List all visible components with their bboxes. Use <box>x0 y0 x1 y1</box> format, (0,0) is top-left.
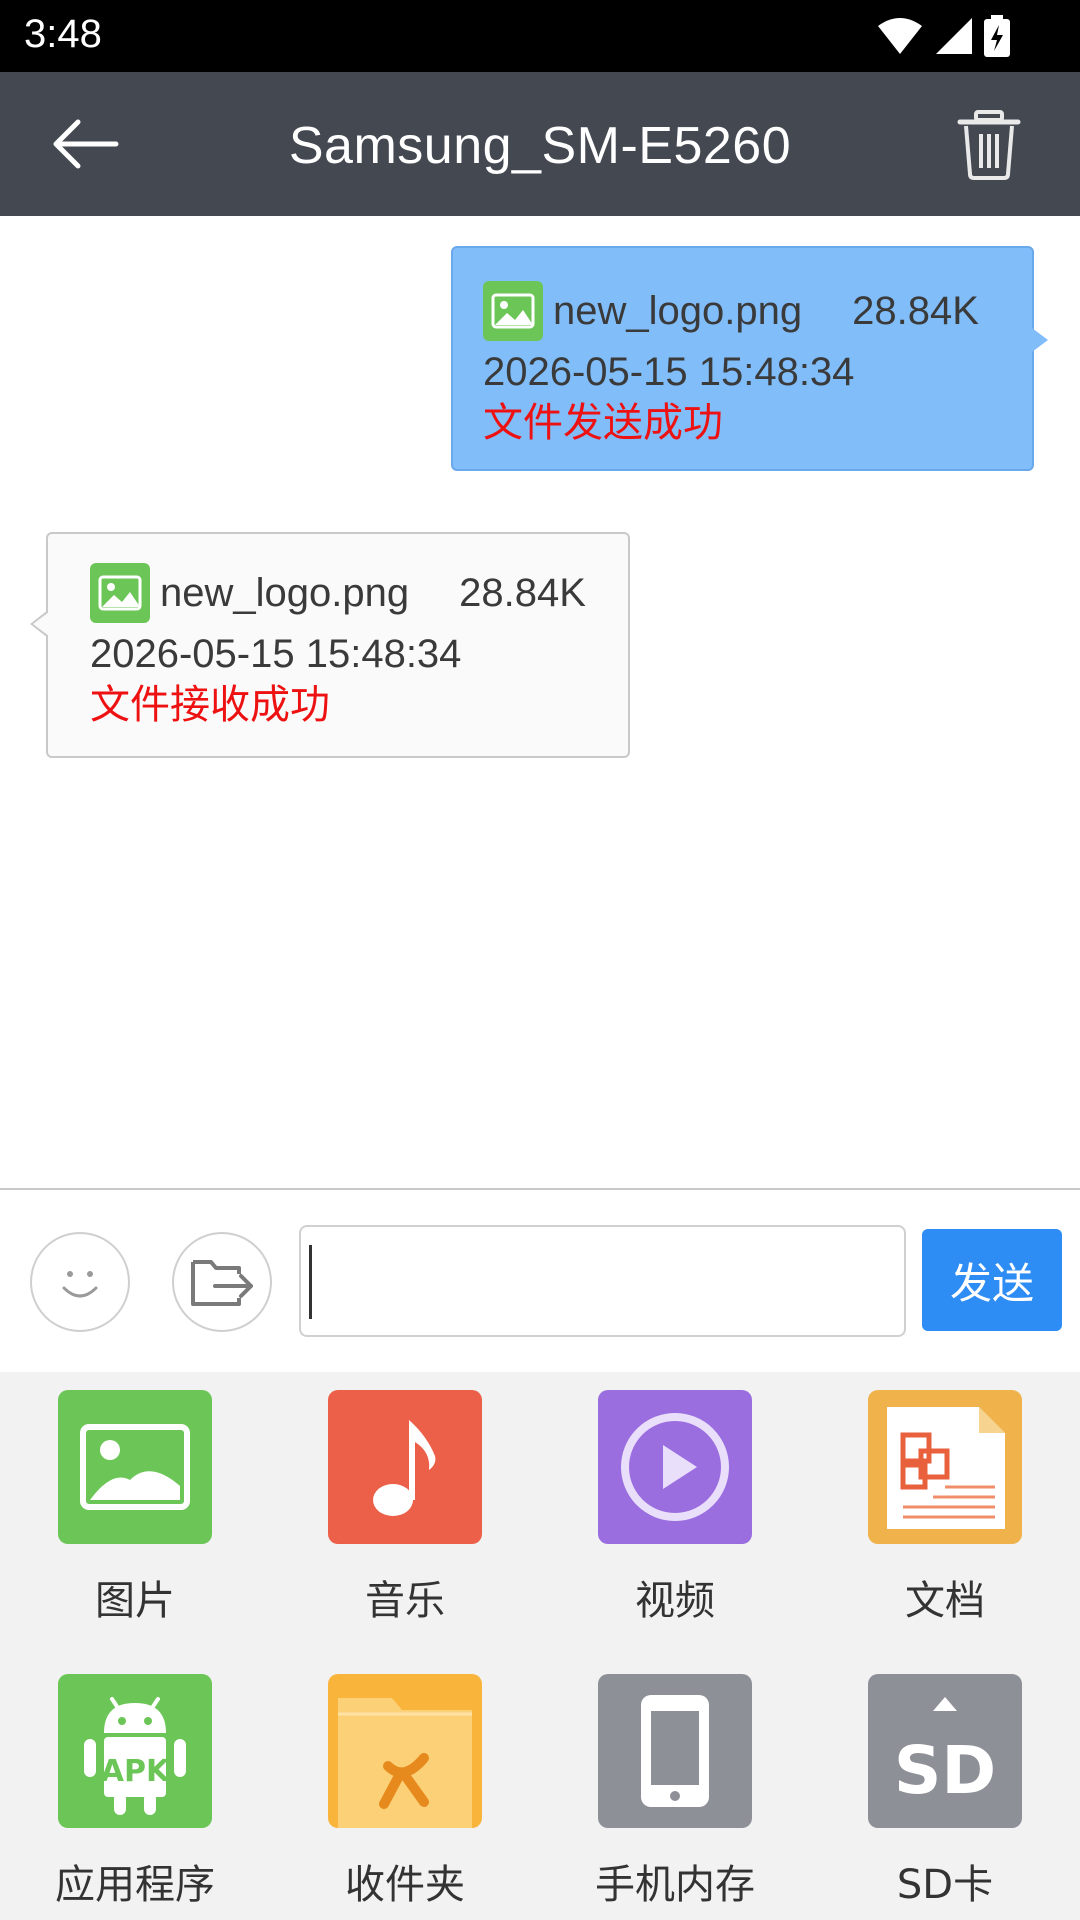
transfer-status: 文件发送成功 <box>483 400 723 446</box>
tool-label: SD卡 <box>896 1862 994 1908</box>
image-file-icon <box>483 281 543 341</box>
folder-icon <box>328 1674 482 1828</box>
tool-label: 应用程序 <box>55 1862 215 1908</box>
text-cursor <box>309 1245 312 1319</box>
message-timestamp: 2026-05-15 15:48:34 <box>483 350 855 394</box>
phone-storage-icon <box>598 1674 752 1828</box>
svg-text:SD: SD <box>894 1732 996 1809</box>
outgoing-file-message[interactable]: new_logo.png 28.84K 2026-05-15 15:48:34 … <box>451 246 1048 471</box>
message-input[interactable] <box>299 1225 906 1337</box>
wifi-icon <box>878 18 922 54</box>
attachment-panel: 图片 音乐 视频 文档 APK 应用程序 收件夹 手机内存 SD SD卡 <box>0 1372 1080 1920</box>
tool-phone-storage[interactable]: 手机内存 <box>540 1372 810 1908</box>
sd-card-icon: SD <box>868 1674 1022 1828</box>
emoji-button[interactable] <box>30 1232 130 1332</box>
input-bar: 发送 <box>0 1190 1080 1372</box>
tool-label: 收件夹 <box>345 1862 465 1908</box>
signal-icon <box>936 18 972 54</box>
file-name: new_logo.png <box>160 570 410 615</box>
file-name: new_logo.png <box>553 288 803 333</box>
tool-apps[interactable]: APK 应用程序 <box>0 1372 270 1908</box>
battery-icon <box>984 15 1010 57</box>
status-bar: 3:48 <box>0 0 1080 72</box>
tool-sd-card[interactable]: SD SD卡 <box>810 1372 1080 1908</box>
tool-inbox-folder[interactable]: 收件夹 <box>270 1372 540 1908</box>
svg-text:APK: APK <box>101 1754 171 1789</box>
apk-icon: APK <box>58 1674 212 1828</box>
app-header: Samsung_SM-E5260 <box>0 72 1080 216</box>
send-button[interactable]: 发送 <box>922 1229 1062 1331</box>
transfer-status: 文件接收成功 <box>90 682 330 728</box>
status-time: 3:48 <box>24 12 102 56</box>
trash-icon <box>957 110 1021 180</box>
image-file-icon <box>90 563 150 623</box>
smiley-icon <box>62 1271 98 1298</box>
tool-label: 手机内存 <box>595 1862 755 1908</box>
message-timestamp: 2026-05-15 15:48:34 <box>90 632 462 676</box>
delete-history-button[interactable] <box>954 108 1024 180</box>
page-title: Samsung_SM-E5260 <box>288 117 792 175</box>
file-size: 28.84K <box>459 570 586 615</box>
send-file-button[interactable] <box>172 1232 272 1332</box>
chat-area[interactable]: new_logo.png 28.84K 2026-05-15 15:48:34 … <box>0 216 1080 1188</box>
incoming-file-message[interactable]: new_logo.png 28.84K 2026-05-15 15:48:34 … <box>30 532 630 758</box>
file-size: 28.84K <box>852 288 979 333</box>
file-export-icon <box>191 1260 253 1306</box>
status-icons <box>876 14 1010 58</box>
